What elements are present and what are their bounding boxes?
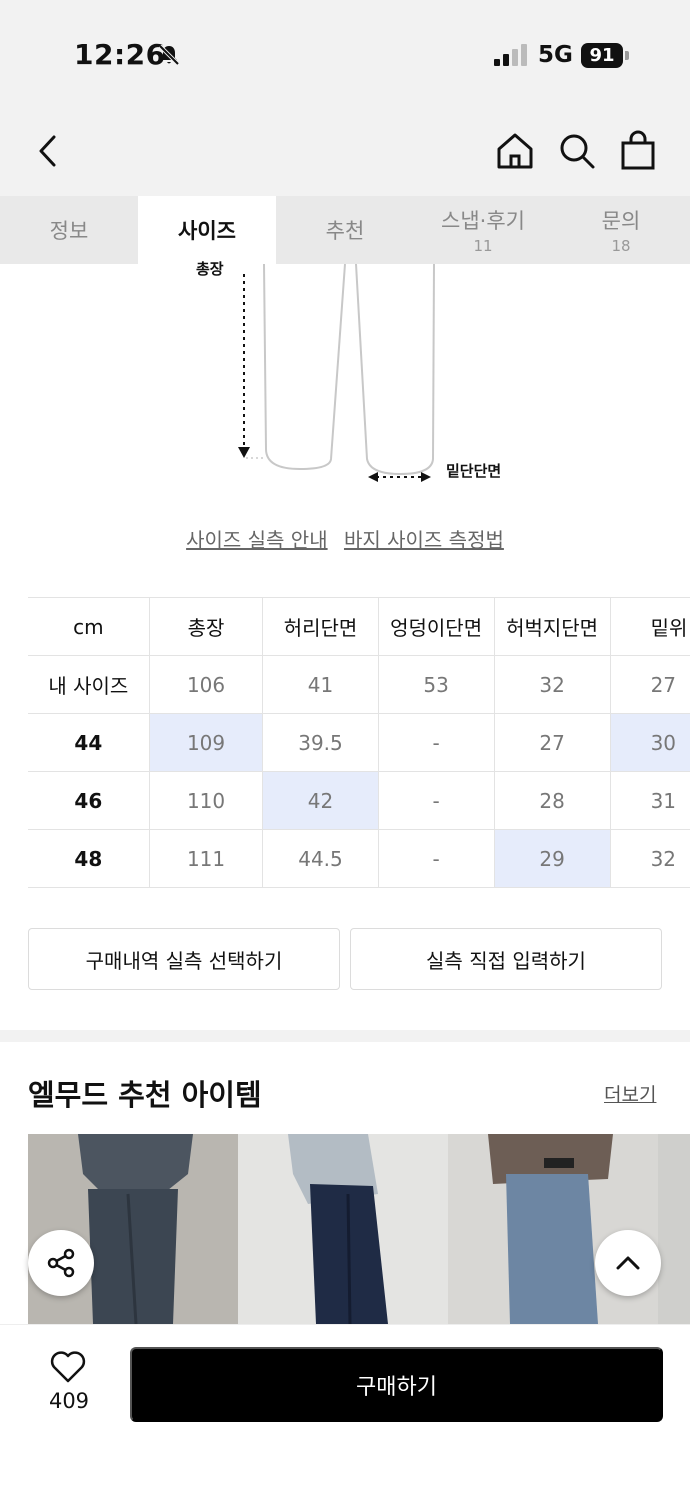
table-cell: 53	[378, 655, 495, 714]
tab-recommend[interactable]: 추천	[276, 196, 414, 264]
table-cell: 31	[610, 771, 690, 830]
table-cell: 106	[149, 655, 264, 714]
like-count: 409	[48, 1389, 90, 1413]
pants-diagram-image	[238, 264, 435, 482]
table-header: 밑위	[610, 597, 690, 656]
share-icon	[47, 1248, 75, 1278]
tab-count: 11	[473, 237, 493, 255]
table-cell-highlighted: 109	[149, 713, 264, 772]
tab-info[interactable]: 정보	[0, 196, 138, 264]
row-label: 48	[28, 829, 150, 888]
table-cell: 44.5	[262, 829, 379, 888]
chevron-up-icon	[616, 1256, 640, 1270]
total-length-label: 총장	[196, 260, 224, 278]
table-cell: 111	[149, 829, 264, 888]
table-cell: 28	[494, 771, 611, 830]
battery-nub	[625, 51, 629, 60]
status-bar: 12:26 5G 91	[0, 0, 690, 100]
tab-inquiry[interactable]: 문의 18	[552, 196, 690, 264]
row-label: 44	[28, 713, 150, 772]
bottom-purchase-bar: 409 구매하기	[0, 1324, 690, 1500]
pants-measure-method-link[interactable]: 바지 사이즈 측정법	[344, 528, 504, 552]
table-cell: 32	[610, 829, 690, 888]
direct-input-button[interactable]: 실측 직접 입력하기	[350, 928, 662, 990]
heart-icon[interactable]	[50, 1351, 86, 1383]
tab-size[interactable]: 사이즈	[138, 196, 276, 264]
size-table: cm 총장 허리단면 엉덩이단면 허벅지단면 밑위 내 사이즈 106 41 5…	[28, 597, 690, 888]
tab-label: 스냅·후기	[441, 209, 525, 233]
table-header: 총장	[149, 597, 264, 656]
product-tabs: 정보 사이즈 추천 스냅·후기 11 문의 18	[0, 196, 690, 264]
table-cell: 27	[610, 655, 690, 714]
row-label: 내 사이즈	[28, 655, 150, 714]
top-navigation	[0, 100, 690, 196]
table-header: 허리단면	[262, 597, 379, 656]
table-header: cm	[28, 597, 150, 656]
battery-indicator: 91	[581, 43, 623, 68]
tab-label: 사이즈	[178, 219, 236, 243]
recommendation-carousel	[28, 1134, 690, 1324]
table-cell: -	[378, 771, 495, 830]
table-header: 허벅지단면	[494, 597, 611, 656]
buy-button[interactable]: 구매하기	[130, 1347, 663, 1422]
table-cell: -	[378, 829, 495, 888]
signal-icon	[494, 44, 527, 66]
network-type: 5G	[538, 42, 573, 68]
tab-snap-review[interactable]: 스냅·후기 11	[414, 196, 552, 264]
table-header: 엉덩이단면	[378, 597, 495, 656]
table-cell-highlighted: 29	[494, 829, 611, 888]
table-row[interactable]: 48 111 44.5 - 29 32	[28, 829, 690, 888]
back-icon[interactable]	[34, 134, 62, 168]
table-cell-highlighted: 42	[262, 771, 379, 830]
tab-label: 문의	[601, 209, 641, 233]
product-image[interactable]	[238, 1134, 448, 1324]
bell-muted-icon	[158, 44, 180, 66]
table-cell: 27	[494, 713, 611, 772]
table-row[interactable]: 44 109 39.5 - 27 30	[28, 713, 690, 772]
share-button[interactable]	[28, 1230, 94, 1296]
actual-size-guide-link[interactable]: 사이즈 실측 안내	[186, 528, 328, 552]
scroll-to-top-button[interactable]	[595, 1230, 661, 1296]
table-cell: 41	[262, 655, 379, 714]
tab-count: 18	[611, 237, 631, 255]
row-label: 46	[28, 771, 150, 830]
search-icon[interactable]	[558, 132, 596, 170]
shopping-bag-icon[interactable]	[620, 130, 656, 170]
hem-width-label: 밑단단면	[446, 462, 502, 480]
status-time: 12:26	[74, 38, 166, 71]
table-cell: -	[378, 713, 495, 772]
product-image[interactable]	[658, 1134, 690, 1324]
size-guide-links: 사이즈 실측 안내 바지 사이즈 측정법	[0, 524, 690, 553]
table-cell: 110	[149, 771, 264, 830]
select-purchase-history-button[interactable]: 구매내역 실측 선택하기	[28, 928, 340, 990]
section-divider	[0, 1030, 690, 1042]
see-more-link[interactable]: 더보기	[604, 1080, 656, 1107]
table-cell: 32	[494, 655, 611, 714]
table-row: 내 사이즈 106 41 53 32 27	[28, 655, 690, 714]
tab-label: 정보	[49, 219, 89, 243]
tab-label: 추천	[325, 219, 365, 243]
table-cell-highlighted: 30	[610, 713, 690, 772]
size-diagram: 총장 밑단단면	[0, 260, 690, 504]
recommendation-title: 엘무드 추천 아이템	[28, 1078, 262, 1112]
home-icon[interactable]	[496, 132, 534, 170]
table-row[interactable]: 46 110 42 - 28 31	[28, 771, 690, 830]
table-header-row: cm 총장 허리단면 엉덩이단면 허벅지단면 밑위	[28, 597, 690, 656]
table-cell: 39.5	[262, 713, 379, 772]
